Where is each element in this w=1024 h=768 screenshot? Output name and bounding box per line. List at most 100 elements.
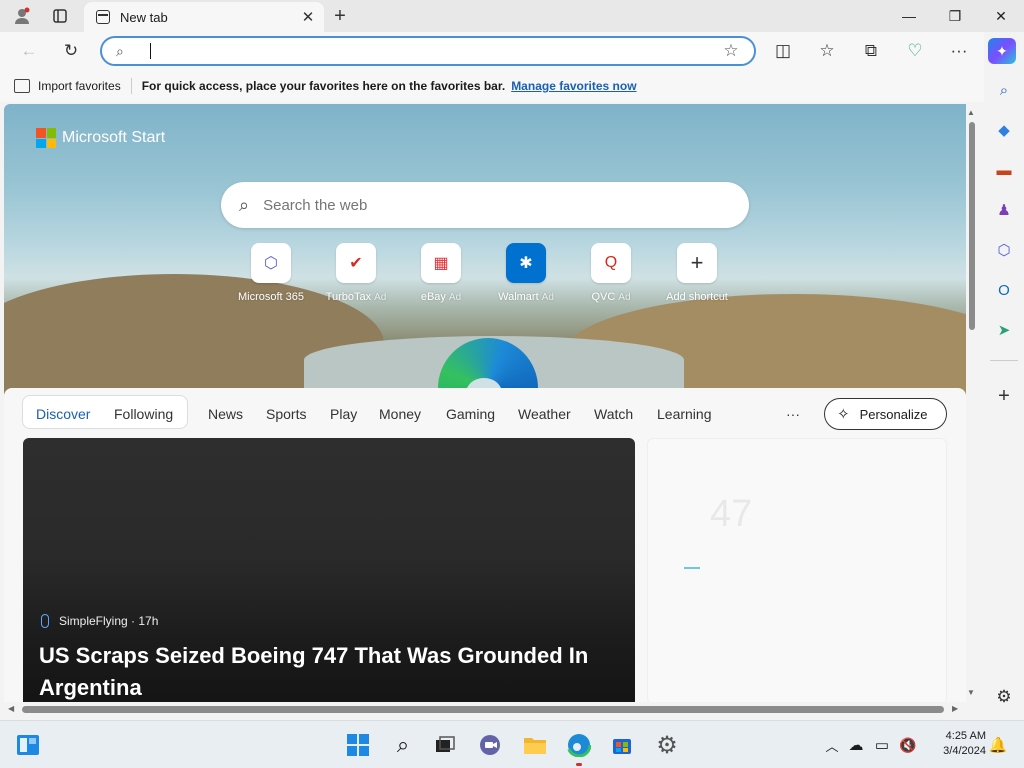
shortcut-turbotax[interactable]: ✔ TurboTax Ad bbox=[308, 243, 404, 303]
cloud-offline-icon[interactable]: ☁ bbox=[842, 731, 870, 759]
network-icon[interactable]: ▭ bbox=[868, 731, 896, 759]
tab-actions-icon[interactable] bbox=[46, 4, 74, 28]
task-view-icon[interactable] bbox=[431, 731, 459, 759]
tab-new-tab[interactable]: New tab ✕ bbox=[84, 2, 324, 32]
brand-name: Microsoft Start bbox=[62, 129, 166, 146]
shortcut-walmart[interactable]: ✱ Walmart Ad bbox=[478, 243, 574, 303]
teams-chat-icon[interactable] bbox=[476, 731, 504, 759]
back-button[interactable]: ← bbox=[14, 38, 44, 64]
edge-taskbar-icon[interactable] bbox=[565, 731, 593, 759]
personalize-label: Personalize bbox=[859, 406, 928, 422]
taskbar-search-icon[interactable]: ⌕ bbox=[389, 731, 417, 759]
sidebar-tools-icon[interactable]: ▬ bbox=[992, 158, 1016, 182]
more-menu-icon[interactable]: ··· bbox=[944, 38, 974, 64]
feed-more-button[interactable]: ··· bbox=[786, 406, 800, 422]
sidebar-search-icon[interactable]: ⌕ bbox=[992, 78, 1016, 102]
shortcut-label: Add shortcut bbox=[666, 291, 728, 303]
sidebar-divider bbox=[990, 360, 1018, 361]
shortcut-ebay[interactable]: ▦ eBay Ad bbox=[393, 243, 489, 303]
import-favorites-button[interactable]: Import favorites bbox=[14, 79, 121, 93]
import-icon bbox=[14, 79, 30, 93]
shortcut-qvc[interactable]: Q QVC Ad bbox=[563, 243, 659, 303]
walmart-icon: ✱ bbox=[506, 243, 546, 283]
sidebar-microsoft365-icon[interactable]: ⬡ bbox=[992, 238, 1016, 262]
tab-learning[interactable]: Learning bbox=[657, 406, 712, 422]
ebay-icon: ▦ bbox=[421, 243, 461, 283]
shortcut-add[interactable]: + Add shortcut bbox=[649, 243, 745, 303]
brand[interactable]: Microsoft Start bbox=[36, 128, 165, 148]
tab-weather[interactable]: Weather bbox=[518, 406, 571, 422]
close-window-button[interactable]: ✕ bbox=[978, 0, 1024, 32]
turbotax-icon: ✔ bbox=[336, 243, 376, 283]
scroll-right-arrow-icon[interactable]: ▶ bbox=[952, 704, 958, 713]
article-headline[interactable]: US Scraps Seized Boeing 747 That Was Gro… bbox=[39, 640, 619, 702]
new-tab-button[interactable]: + bbox=[326, 4, 354, 28]
title-bar: New tab ✕ + — ❐ ✕ bbox=[0, 0, 1024, 32]
store-icon[interactable] bbox=[608, 731, 636, 759]
favorites-bar: Import favorites For quick access, place… bbox=[0, 70, 984, 102]
sidebar-outlook-icon[interactable]: O bbox=[992, 278, 1016, 302]
address-input[interactable] bbox=[153, 43, 716, 59]
web-search-input[interactable] bbox=[263, 196, 749, 214]
article-card[interactable]: SimpleFlying · 17h US Scraps Seized Boei… bbox=[23, 438, 635, 702]
vertical-scroll-thumb[interactable] bbox=[969, 122, 975, 330]
start-icon[interactable] bbox=[344, 731, 372, 759]
notifications-icon[interactable]: 🔔 bbox=[984, 731, 1012, 759]
favorite-star-icon[interactable]: ☆ bbox=[716, 41, 746, 61]
sidebar-add-icon[interactable]: + bbox=[992, 384, 1016, 408]
sidebar-shopping-icon[interactable]: ◆ bbox=[992, 118, 1016, 142]
weather-indicator bbox=[684, 567, 700, 569]
horizontal-scrollbar[interactable]: ◀ ▶ bbox=[4, 702, 966, 718]
web-search-box[interactable]: ⌕ bbox=[221, 182, 749, 228]
horizontal-scroll-thumb[interactable] bbox=[22, 706, 944, 713]
favorites-hint: For quick access, place your favorites h… bbox=[141, 79, 506, 93]
tab-play[interactable]: Play bbox=[330, 406, 357, 422]
tab-following[interactable]: Following bbox=[114, 406, 173, 422]
refresh-button[interactable]: ↻ bbox=[56, 38, 86, 64]
scroll-down-arrow-icon[interactable]: ▼ bbox=[967, 688, 975, 697]
sidebar-games-icon[interactable]: ♟ bbox=[992, 198, 1016, 222]
tab-gaming[interactable]: Gaming bbox=[446, 406, 495, 422]
search-icon: ⌕ bbox=[116, 42, 124, 59]
vertical-scrollbar[interactable]: ▲ ▼ bbox=[966, 104, 978, 702]
tab-news[interactable]: News bbox=[208, 406, 243, 422]
restore-button[interactable]: ❐ bbox=[932, 0, 978, 32]
ad-badge: Ad bbox=[374, 292, 387, 303]
close-tab-icon[interactable]: ✕ bbox=[298, 7, 318, 27]
system-clock[interactable]: 4:25 AM 3/4/2024 bbox=[926, 729, 986, 759]
tab-watch[interactable]: Watch bbox=[594, 406, 633, 422]
widgets-icon[interactable] bbox=[14, 731, 42, 759]
hero-background: Microsoft Start ⌕ ⬡ Microsoft 365 ✔ Turb… bbox=[4, 104, 966, 438]
sidebar-send-icon[interactable]: ➤ bbox=[992, 318, 1016, 342]
weather-card[interactable]: 47 bbox=[647, 438, 947, 702]
clock-date: 3/4/2024 bbox=[943, 745, 986, 757]
scroll-left-arrow-icon[interactable]: ◀ bbox=[8, 704, 14, 713]
tab-sports[interactable]: Sports bbox=[266, 406, 306, 422]
favorites-icon[interactable]: ☆ bbox=[812, 38, 842, 64]
minimize-button[interactable]: — bbox=[886, 0, 932, 32]
settings-taskbar-icon[interactable]: ⚙ bbox=[653, 731, 681, 759]
edge-sidebar: ⌕ ◆ ▬ ♟ ⬡ O ➤ + ⚙ bbox=[984, 70, 1024, 720]
favorites-divider bbox=[130, 78, 132, 94]
personalize-button[interactable]: ✧ Personalize bbox=[824, 398, 947, 430]
tab-discover[interactable]: Discover bbox=[36, 406, 90, 422]
add-shortcut-icon: + bbox=[677, 243, 717, 283]
performance-icon[interactable]: ♡ bbox=[900, 38, 930, 64]
sidebar-settings-icon[interactable]: ⚙ bbox=[992, 685, 1016, 709]
qvc-icon: Q bbox=[591, 243, 631, 283]
copilot-icon[interactable]: ✦ bbox=[988, 38, 1016, 64]
shortcut-label: Microsoft 365 bbox=[237, 291, 305, 303]
file-explorer-icon[interactable] bbox=[521, 731, 549, 759]
collections-icon[interactable]: ⧉ bbox=[856, 38, 886, 64]
scroll-up-arrow-icon[interactable]: ▲ bbox=[967, 108, 975, 117]
weather-temperature: 47 bbox=[710, 493, 753, 535]
import-favorites-label: Import favorites bbox=[38, 79, 121, 93]
split-screen-icon[interactable]: ◫ bbox=[768, 38, 798, 64]
web-search-icon: ⌕ bbox=[239, 194, 250, 215]
volume-muted-icon[interactable]: 🔇 bbox=[894, 731, 922, 759]
shortcut-microsoft-365[interactable]: ⬡ Microsoft 365 bbox=[223, 243, 319, 303]
manage-favorites-link[interactable]: Manage favorites now bbox=[511, 79, 636, 93]
tab-money[interactable]: Money bbox=[379, 406, 421, 422]
profile-icon[interactable] bbox=[8, 4, 36, 28]
address-bar[interactable]: ⌕ ☆ bbox=[100, 36, 756, 66]
